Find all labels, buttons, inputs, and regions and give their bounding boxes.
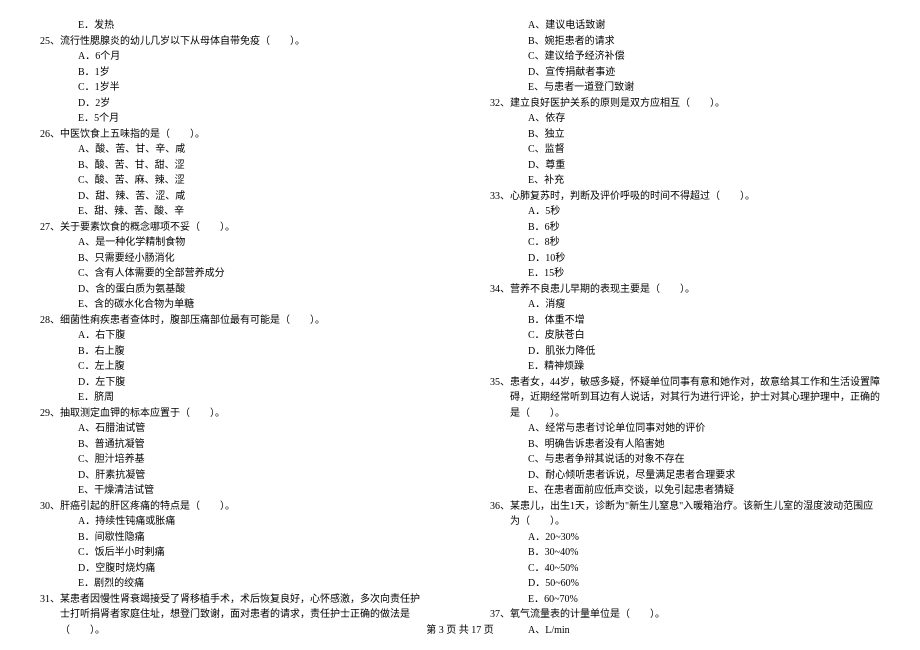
question-36: 36、某患儿，出生1天，诊断为"新生儿窒息"入暖箱治疗。该新生儿室的湿度波动范围…: [490, 499, 880, 530]
qtext: 关于要素饮食的概念哪项不妥（ ）。: [60, 222, 235, 233]
option: D、尊重: [490, 158, 880, 174]
qtext: 某患儿，出生1天，诊断为"新生儿窒息"入暖箱治疗。该新生儿室的湿度波动范围应为（…: [510, 501, 873, 528]
option: E．剧烈的绞痛: [40, 576, 425, 592]
option: E．15秒: [490, 266, 880, 282]
question-32: 32、建立良好医护关系的原则是双方应相互（ ）。: [490, 96, 880, 112]
option: C、胆汁培养基: [40, 452, 425, 468]
option: B．30~40%: [490, 545, 880, 561]
question-35: 35、患者女，44岁，敏感多疑，怀疑单位同事有意和她作对，故意给其工作和生活设置…: [490, 375, 880, 422]
option: B、普通抗凝管: [40, 437, 425, 453]
option: E．精神烦躁: [490, 359, 880, 375]
option: D、耐心倾听患者诉说，尽量满足患者合理要求: [490, 468, 880, 484]
option: D．2岁: [40, 96, 425, 112]
option: C、建议给予经济补偿: [490, 49, 880, 65]
option: D．10秒: [490, 251, 880, 267]
option: E、干燥清洁试管: [40, 483, 425, 499]
qnum: 34、: [490, 282, 510, 298]
option: A．5秒: [490, 204, 880, 220]
qtext: 抽取测定血钾的标本应置于（ ）。: [60, 408, 225, 419]
qnum: 25、: [40, 34, 60, 50]
qnum: 31、: [40, 592, 60, 608]
option: B、酸、苦、甘、甜、涩: [40, 158, 425, 174]
option: A、依存: [490, 111, 880, 127]
option: A．消瘦: [490, 297, 880, 313]
option: E、与患者一道登门致谢: [490, 80, 880, 96]
option: A．右下腹: [40, 328, 425, 344]
qtext: 心肺复苏时，判断及评价呼吸的时间不得超过（ ）。: [510, 191, 755, 202]
option: C．1岁半: [40, 80, 425, 96]
question-30: 30、肝癌引起的肝区疼痛的特点是（ ）。: [40, 499, 425, 515]
qtext: 肝癌引起的肝区疼痛的特点是（ ）。: [60, 501, 235, 512]
option: E．脐周: [40, 390, 425, 406]
question-28: 28、细菌性痢疾患者查体时，腹部压痛部位最有可能是（ ）。: [40, 313, 425, 329]
option: B、明确告诉患者没有人陷害她: [490, 437, 880, 453]
qtext: 流行性腮腺炎的幼儿几岁以下从母体自带免疫（ ）。: [60, 36, 305, 47]
option: A．6个月: [40, 49, 425, 65]
option: B．体重不增: [490, 313, 880, 329]
option: E、含的碳水化合物为单糖: [40, 297, 425, 313]
option: C．饭后半小时剌痛: [40, 545, 425, 561]
qnum: 36、: [490, 499, 510, 515]
qnum: 27、: [40, 220, 60, 236]
option: A．持续性钝痛或胀痛: [40, 514, 425, 530]
question-34: 34、营养不良患儿早期的表现主要是（ ）。: [490, 282, 880, 298]
option: C．皮肤苍白: [490, 328, 880, 344]
option: A、是一种化学精制食物: [40, 235, 425, 251]
option: C．8秒: [490, 235, 880, 251]
option: D．左下腹: [40, 375, 425, 391]
question-26: 26、中医饮食上五味指的是（ ）。: [40, 127, 425, 143]
option: C、酸、苦、麻、辣、涩: [40, 173, 425, 189]
option: D、甜、辣、苦、涩、咸: [40, 189, 425, 205]
option: D、含的蛋白质为氨基酸: [40, 282, 425, 298]
option: A、建议电话致谢: [490, 18, 880, 34]
qtext: 营养不良患儿早期的表现主要是（ ）。: [510, 284, 695, 295]
option: C．40~50%: [490, 561, 880, 577]
question-25: 25、流行性腮腺炎的幼儿几岁以下从母体自带免疫（ ）。: [40, 34, 425, 50]
option: D、肝素抗凝管: [40, 468, 425, 484]
qnum: 33、: [490, 189, 510, 205]
option: D、宣传捐献者事迹: [490, 65, 880, 81]
option: A、经常与患者讨论单位同事对她的评价: [490, 421, 880, 437]
qnum: 29、: [40, 406, 60, 422]
option: A．20~30%: [490, 530, 880, 546]
option: B．1岁: [40, 65, 425, 81]
option: B．右上腹: [40, 344, 425, 360]
option-e: E．发热: [40, 18, 425, 34]
qnum: 30、: [40, 499, 60, 515]
option: A、酸、苦、甘、辛、咸: [40, 142, 425, 158]
qtext: 氧气流量表的计量单位是（ ）。: [510, 609, 665, 620]
qnum: 35、: [490, 375, 510, 391]
option: C、含有人体需要的全部营养成分: [40, 266, 425, 282]
qnum: 26、: [40, 127, 60, 143]
option: C、监督: [490, 142, 880, 158]
option: B．间歇性隐痛: [40, 530, 425, 546]
qtext: 中医饮食上五味指的是（ ）。: [60, 129, 205, 140]
option: E、在患者面前应低声交谈，以免引起患者猜疑: [490, 483, 880, 499]
question-33: 33、心肺复苏时，判断及评价呼吸的时间不得超过（ ）。: [490, 189, 880, 205]
option: B．6秒: [490, 220, 880, 236]
qtext: 细菌性痢疾患者查体时，腹部压痛部位最有可能是（ ）。: [60, 315, 325, 326]
option: D．肌张力降低: [490, 344, 880, 360]
option: B、婉拒患者的请求: [490, 34, 880, 50]
option: C、与患者争辩其说话的对象不存在: [490, 452, 880, 468]
option: D．空腹时烧灼痛: [40, 561, 425, 577]
page-footer: 第 3 页 共 17 页: [0, 621, 920, 636]
option: E．5个月: [40, 111, 425, 127]
column-right: A、建议电话致谢 B、婉拒患者的请求 C、建议给予经济补偿 D、宣传捐献者事迹 …: [460, 18, 920, 650]
qnum: 32、: [490, 96, 510, 112]
qtext: 患者女，44岁，敏感多疑，怀疑单位同事有意和她作对，故意给其工作和生活设置障碍，…: [510, 377, 880, 419]
option: C．左上腹: [40, 359, 425, 375]
option: D．50~60%: [490, 576, 880, 592]
qnum: 28、: [40, 313, 60, 329]
qtext: 建立良好医护关系的原则是双方应相互（ ）。: [510, 98, 725, 109]
option: A、石腊油试管: [40, 421, 425, 437]
option: B、只需要经小肠消化: [40, 251, 425, 267]
option: E、甜、辣、苦、酸、辛: [40, 204, 425, 220]
option: E．60~70%: [490, 592, 880, 608]
question-27: 27、关于要素饮食的概念哪项不妥（ ）。: [40, 220, 425, 236]
option: B、独立: [490, 127, 880, 143]
question-29: 29、抽取测定血钾的标本应置于（ ）。: [40, 406, 425, 422]
option: E、补充: [490, 173, 880, 189]
column-left: E．发热 25、流行性腮腺炎的幼儿几岁以下从母体自带免疫（ ）。 A．6个月 B…: [0, 18, 460, 650]
